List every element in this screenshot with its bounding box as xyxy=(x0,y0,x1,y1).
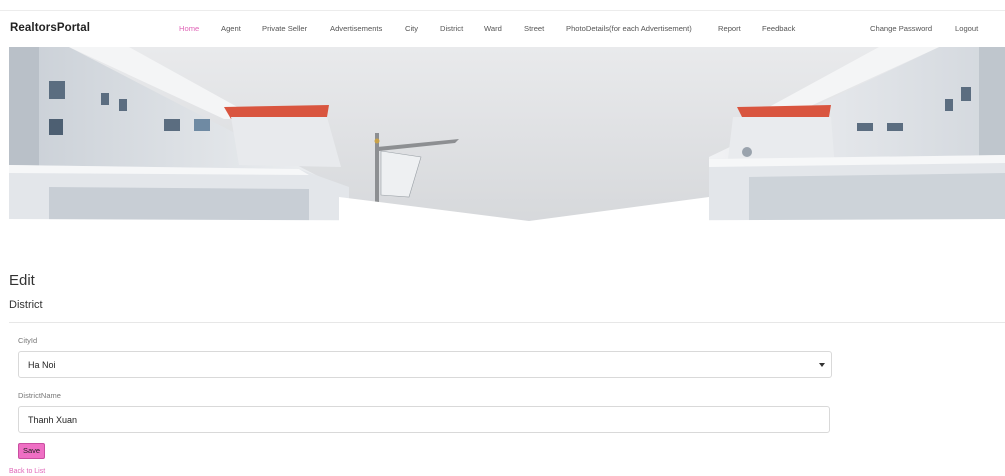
nav-agent[interactable]: Agent xyxy=(221,24,241,33)
divider xyxy=(9,322,1005,323)
district-name-label: DistrictName xyxy=(18,391,61,400)
nav-change-password[interactable]: Change Password xyxy=(870,24,932,33)
nav-logout[interactable]: Logout xyxy=(955,24,978,33)
district-name-value: Thanh Xuan xyxy=(28,415,78,425)
nav-advertisements[interactable]: Advertisements xyxy=(330,24,382,33)
caret-down-icon xyxy=(819,363,825,367)
city-select-value: Ha Noi xyxy=(28,360,56,370)
banner-illustration xyxy=(9,47,1005,225)
page-subtitle: District xyxy=(9,299,43,311)
back-to-list-link[interactable]: Back to List xyxy=(9,468,45,475)
city-select[interactable]: Ha Noi xyxy=(18,351,832,378)
nav-home[interactable]: Home xyxy=(179,24,199,33)
city-label: CityId xyxy=(18,336,38,345)
district-name-input[interactable]: Thanh Xuan xyxy=(18,406,830,433)
nav-private-seller[interactable]: Private Seller xyxy=(262,24,307,33)
nav-report[interactable]: Report xyxy=(718,24,741,33)
save-button[interactable]: Save xyxy=(18,443,45,459)
nav-feedback[interactable]: Feedback xyxy=(762,24,795,33)
nav-city[interactable]: City xyxy=(405,24,418,33)
nav-ward[interactable]: Ward xyxy=(484,24,502,33)
nav-district[interactable]: District xyxy=(440,24,463,33)
top-navbar: RealtorsPortal Home Agent Private Seller… xyxy=(0,10,1005,46)
nav-photo-details[interactable]: PhotoDetails(for each Advertisement) xyxy=(566,24,692,33)
building-banner-image xyxy=(9,47,1005,225)
page-title: Edit xyxy=(9,272,35,289)
brand-logo[interactable]: RealtorsPortal xyxy=(10,22,90,34)
nav-street[interactable]: Street xyxy=(524,24,544,33)
